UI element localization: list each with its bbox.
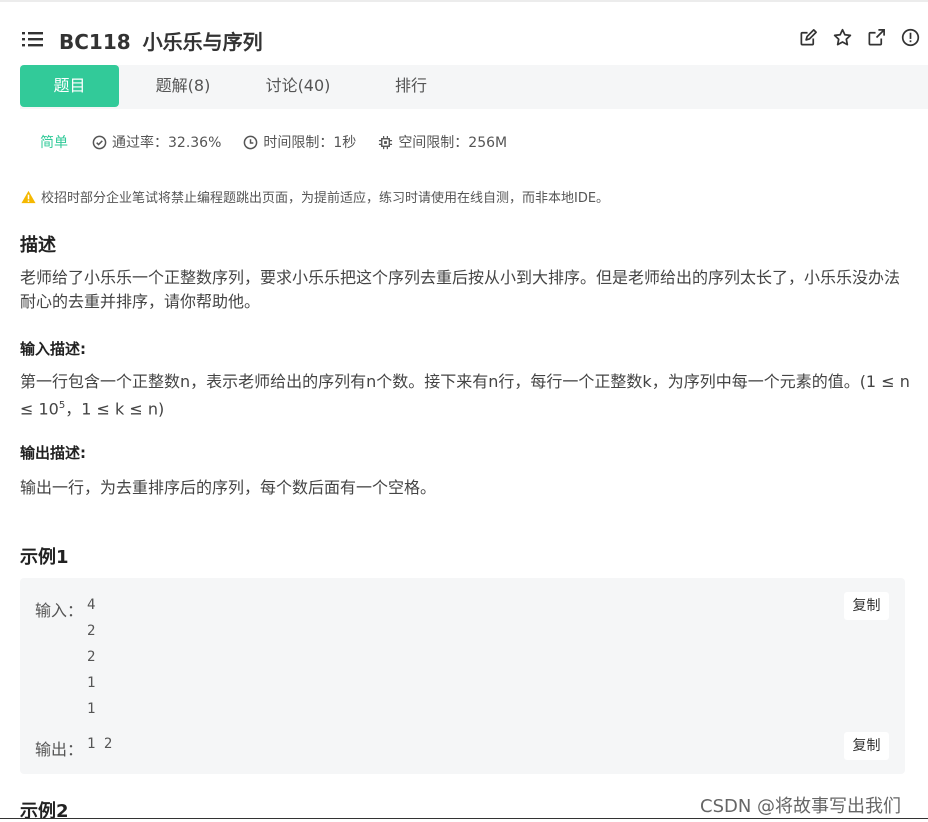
problem-meta: 简单 通过率：32.36% 时间限制：1秒 空间限制：256M [40, 132, 529, 152]
clock-icon [244, 135, 258, 149]
tab-problem[interactable]: 题目 [20, 65, 119, 107]
pass-rate-text: 通过率：32.36% [112, 135, 222, 151]
tab-ranking[interactable]: 排行 [371, 65, 451, 107]
edit-icon[interactable] [799, 28, 818, 47]
example-output-value: 1 2 [87, 736, 113, 752]
problem-header: BC118 小乐乐与序列 [0, 2, 928, 65]
page-title: BC118 小乐乐与序列 [59, 26, 263, 55]
bottom-divider [0, 818, 928, 819]
tab-discussion[interactable]: 讨论(40) [243, 65, 353, 107]
copy-output-button[interactable]: 复制 [844, 732, 889, 760]
example-input-line: 2 [87, 649, 96, 665]
example-input-line: 4 [87, 597, 96, 613]
difficulty-badge: 简单 [40, 135, 68, 151]
output-desc-text: 输出一行，为去重排序后的序列，每个数后面有一个空格。 [20, 478, 437, 497]
star-icon[interactable] [833, 28, 852, 47]
space-limit: 空间限制：256M [378, 132, 507, 152]
warning-text: 校招时部分企业笔试将禁止编程题跳出页面，为提前适应，练习时请使用在线自测，而非本… [41, 191, 610, 206]
tab-solutions[interactable]: 题解(8) [133, 65, 233, 107]
chip-icon [379, 135, 393, 149]
warning-icon [21, 190, 36, 203]
input-desc-text: 第一行包含一个正整数n，表示老师给出的序列有n个数。接下来有n行，每行一个正整数… [20, 370, 915, 421]
example-input-line: 1 [87, 701, 96, 717]
copy-input-button[interactable]: 复制 [844, 592, 889, 620]
external-link-icon[interactable] [867, 28, 886, 47]
list-icon[interactable] [22, 31, 44, 47]
pass-rate: 通过率：32.36% [92, 132, 221, 152]
warning-notice: 校招时部分企业笔试将禁止编程题跳出页面，为提前适应，练习时请使用在线自测，而非本… [21, 187, 609, 206]
problem-name: 小乐乐与序列 [142, 30, 263, 54]
output-desc-heading: 输出描述: [20, 444, 86, 462]
input-desc-text-2: ，1 ≤ k ≤ n) [65, 399, 165, 419]
space-limit-text: 空间限制：256M [398, 135, 508, 151]
example-input-line: 2 [87, 623, 96, 639]
example1-panel: 输入： 4 2 2 1 1 复制 输出： 1 2 复制 [20, 578, 905, 774]
tab-bar: 题目 题解(8) 讨论(40) 排行 [20, 65, 928, 109]
example-input-lines: 4 2 2 1 1 [87, 595, 95, 725]
example1-heading: 示例1 [20, 547, 69, 568]
time-limit: 时间限制：1秒 [243, 132, 356, 152]
input-desc-heading: 输入描述: [20, 340, 86, 358]
alert-circle-icon[interactable] [901, 28, 920, 47]
description-text: 老师给了小乐乐一个正整数序列，要求小乐乐把这个序列去重后按从小到大排序。但是老师… [20, 268, 901, 311]
time-limit-text: 时间限制：1秒 [263, 135, 357, 151]
example-output-label: 输出： [35, 740, 84, 759]
example-input-label: 输入： [35, 601, 84, 620]
example-input-line: 1 [87, 675, 96, 691]
description-heading: 描述 [20, 235, 56, 256]
watermark: CSDN @将故事写出我们 [700, 796, 902, 817]
check-circle-icon [92, 135, 107, 149]
problem-id: BC118 [59, 30, 131, 54]
